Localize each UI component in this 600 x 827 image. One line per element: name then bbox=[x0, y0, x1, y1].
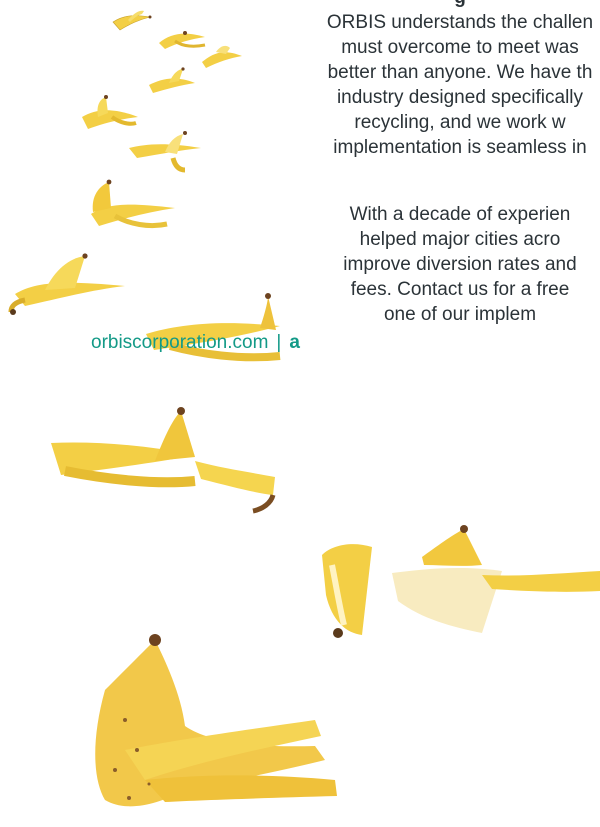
banana-peel-1-image bbox=[112, 10, 152, 31]
paragraph-line: implementation is seamless in bbox=[333, 137, 587, 158]
paragraph-line: recycling, and we work w bbox=[354, 112, 566, 133]
secondary-link[interactable]: a bbox=[289, 332, 300, 353]
paragraph-line: With a decade of experien bbox=[349, 204, 571, 225]
banana-peel-6-image bbox=[129, 131, 201, 173]
page: g ORBIS understands the challen must ove… bbox=[0, 0, 600, 827]
paragraph-experience: With a decade of experien helped major c… bbox=[250, 202, 600, 327]
paragraph-line: better than anyone. We have th bbox=[327, 62, 593, 83]
footer-links: orbiscorporation.com | a bbox=[91, 332, 300, 354]
paragraph-line: helped major cities acro bbox=[359, 229, 561, 250]
paragraph-line: industry designed specifically bbox=[336, 87, 584, 108]
paragraph-intro: ORBIS understands the challen must overc… bbox=[250, 10, 600, 160]
paragraph-line: fees. Contact us for a free bbox=[350, 279, 570, 300]
banana-peel-8-image bbox=[8, 253, 125, 315]
section-heading: g bbox=[250, 0, 600, 10]
separator: | bbox=[276, 332, 282, 353]
paragraph-line: must overcome to meet was bbox=[341, 37, 579, 58]
paragraph-line: ORBIS understands the challen bbox=[326, 12, 594, 33]
banana-peel-10-image bbox=[51, 407, 276, 514]
paragraph-line: one of our implem bbox=[383, 304, 537, 325]
paragraph-line: improve diversion rates and bbox=[343, 254, 577, 275]
body-copy: g ORBIS understands the challen must ove… bbox=[250, 0, 600, 380]
banana-peel-12-image bbox=[95, 634, 337, 807]
banana-peel-4-image bbox=[149, 67, 195, 93]
banana-peel-3-image bbox=[202, 45, 242, 68]
banana-peel-11-image bbox=[322, 525, 600, 638]
banana-peel-7-image bbox=[91, 179, 175, 229]
website-link[interactable]: orbiscorporation.com bbox=[91, 332, 268, 353]
